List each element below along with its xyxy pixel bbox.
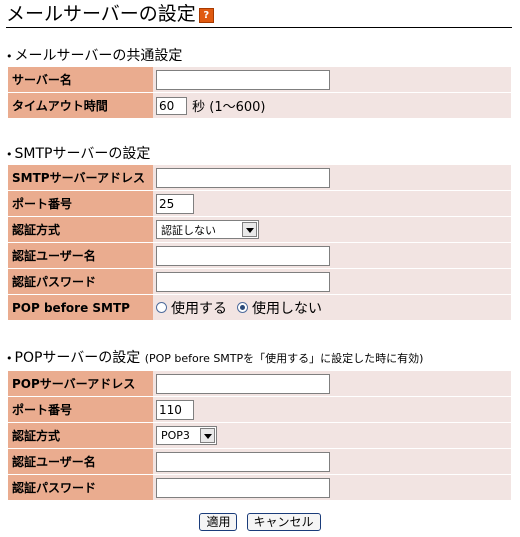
- pop-auth-password-label: 認証パスワード: [8, 475, 153, 500]
- pop-before-smtp-cell: 使用する 使用しない: [153, 295, 511, 320]
- bullet: •: [6, 148, 13, 161]
- help-icon[interactable]: ?: [198, 7, 214, 23]
- pop-heading-note: (POP before SMTPを「使用する」に設定した時に有効): [144, 352, 424, 365]
- smtp-settings-table: SMTPサーバーアドレス ポート番号 認証方式 認証しない 認証ユーザー名 認証…: [8, 164, 511, 321]
- smtp-auth-user-label: 認証ユーザー名: [8, 243, 153, 268]
- pop-address-label: POPサーバーアドレス: [8, 371, 153, 396]
- title-divider: [6, 27, 512, 28]
- smtp-auth-password-row: 認証パスワード: [8, 269, 511, 294]
- server-name-label: サーバー名: [8, 67, 153, 92]
- server-name-cell: [153, 67, 511, 92]
- pop-before-smtp-use-option[interactable]: 使用する: [156, 298, 227, 318]
- timeout-cell: 秒 (1〜600): [153, 93, 511, 118]
- pop-port-cell: [153, 397, 511, 422]
- pop-port-row: ポート番号: [8, 397, 511, 422]
- pop-auth-password-row: 認証パスワード: [8, 475, 511, 500]
- pop-before-smtp-not-use-option[interactable]: 使用しない: [237, 298, 322, 318]
- common-settings-table: サーバー名 タイムアウト時間 秒 (1〜600): [8, 66, 511, 119]
- smtp-address-row: SMTPサーバーアドレス: [8, 165, 511, 190]
- pop-before-smtp-row: POP before SMTP 使用する 使用しない: [8, 295, 511, 320]
- smtp-auth-method-select[interactable]: 認証しない: [156, 220, 259, 239]
- smtp-port-label: ポート番号: [8, 191, 153, 216]
- page-title-text: メールサーバーの設定: [6, 3, 196, 25]
- smtp-address-cell: [153, 165, 511, 190]
- apply-button[interactable]: 適用: [199, 512, 238, 531]
- page-title: メールサーバーの設定 ?: [6, 2, 214, 26]
- smtp-address-input[interactable]: [156, 167, 330, 188]
- smtp-auth-method-row: 認証方式 認証しない: [8, 217, 511, 242]
- smtp-auth-password-label: 認証パスワード: [8, 269, 153, 294]
- pop-before-smtp-not-use-label[interactable]: 使用しない: [252, 298, 322, 318]
- chevron-down-icon[interactable]: [242, 222, 257, 237]
- pop-port-label: ポート番号: [8, 397, 153, 422]
- smtp-heading-text: SMTPサーバーの設定: [14, 146, 151, 162]
- pop-before-smtp-label: POP before SMTP: [8, 295, 153, 320]
- smtp-auth-method-selected: 認証しない: [161, 223, 216, 237]
- pop-auth-method-select[interactable]: POP3: [156, 426, 217, 445]
- timeout-unit: 秒 (1〜600): [192, 100, 266, 115]
- pop-heading-text: POPサーバーの設定: [14, 350, 141, 366]
- smtp-address-label: SMTPサーバーアドレス: [8, 165, 153, 190]
- pop-auth-method-row: 認証方式 POP3: [8, 423, 511, 448]
- pop-auth-password-input[interactable]: [156, 477, 330, 498]
- smtp-port-row: ポート番号: [8, 191, 511, 216]
- common-heading-text: メールサーバーの共通設定: [14, 48, 183, 64]
- pop-auth-user-label: 認証ユーザー名: [8, 449, 153, 474]
- pop-auth-method-cell: POP3: [153, 423, 511, 448]
- timeout-input[interactable]: [156, 96, 187, 115]
- timeout-row: タイムアウト時間 秒 (1〜600): [8, 93, 511, 118]
- common-section-heading: • メールサーバーの共通設定: [6, 47, 182, 66]
- pop-address-input[interactable]: [156, 373, 330, 394]
- smtp-auth-user-cell: [153, 243, 511, 268]
- smtp-auth-method-cell: 認証しない: [153, 217, 511, 242]
- smtp-port-input[interactable]: [156, 193, 194, 214]
- bullet: •: [6, 352, 13, 365]
- smtp-auth-user-row: 認証ユーザー名: [8, 243, 511, 268]
- smtp-auth-password-cell: [153, 269, 511, 294]
- chevron-down-icon[interactable]: [200, 428, 215, 443]
- smtp-port-cell: [153, 191, 511, 216]
- server-name-input[interactable]: [156, 69, 330, 90]
- pop-section-heading: • POPサーバーの設定 (POP before SMTPを「使用する」に設定した…: [6, 349, 423, 368]
- pop-auth-user-cell: [153, 449, 511, 474]
- pop-port-input[interactable]: [156, 399, 194, 420]
- pop-address-row: POPサーバーアドレス: [8, 371, 511, 396]
- timeout-label: タイムアウト時間: [8, 93, 153, 118]
- smtp-auth-method-label: 認証方式: [8, 217, 153, 242]
- bullet: •: [6, 50, 13, 63]
- pop-before-smtp-radio-group: 使用する 使用しない: [156, 298, 332, 318]
- pop-address-cell: [153, 371, 511, 396]
- server-name-row: サーバー名: [8, 67, 511, 92]
- radio-checked-icon[interactable]: [237, 302, 248, 313]
- smtp-section-heading: • SMTPサーバーの設定: [6, 145, 150, 164]
- cancel-button[interactable]: キャンセル: [246, 512, 321, 531]
- smtp-auth-user-input[interactable]: [156, 245, 330, 266]
- button-bar: 適用 キャンセル: [0, 511, 520, 531]
- pop-auth-method-label: 認証方式: [8, 423, 153, 448]
- pop-auth-user-row: 認証ユーザー名: [8, 449, 511, 474]
- pop-auth-user-input[interactable]: [156, 451, 330, 472]
- radio-unchecked-icon[interactable]: [156, 302, 167, 313]
- smtp-auth-password-input[interactable]: [156, 271, 330, 292]
- pop-auth-method-selected: POP3: [161, 429, 190, 442]
- pop-auth-password-cell: [153, 475, 511, 500]
- pop-settings-table: POPサーバーアドレス ポート番号 認証方式 POP3 認証ユーザー名 認証パス…: [8, 370, 511, 501]
- pop-before-smtp-use-label[interactable]: 使用する: [171, 298, 227, 318]
